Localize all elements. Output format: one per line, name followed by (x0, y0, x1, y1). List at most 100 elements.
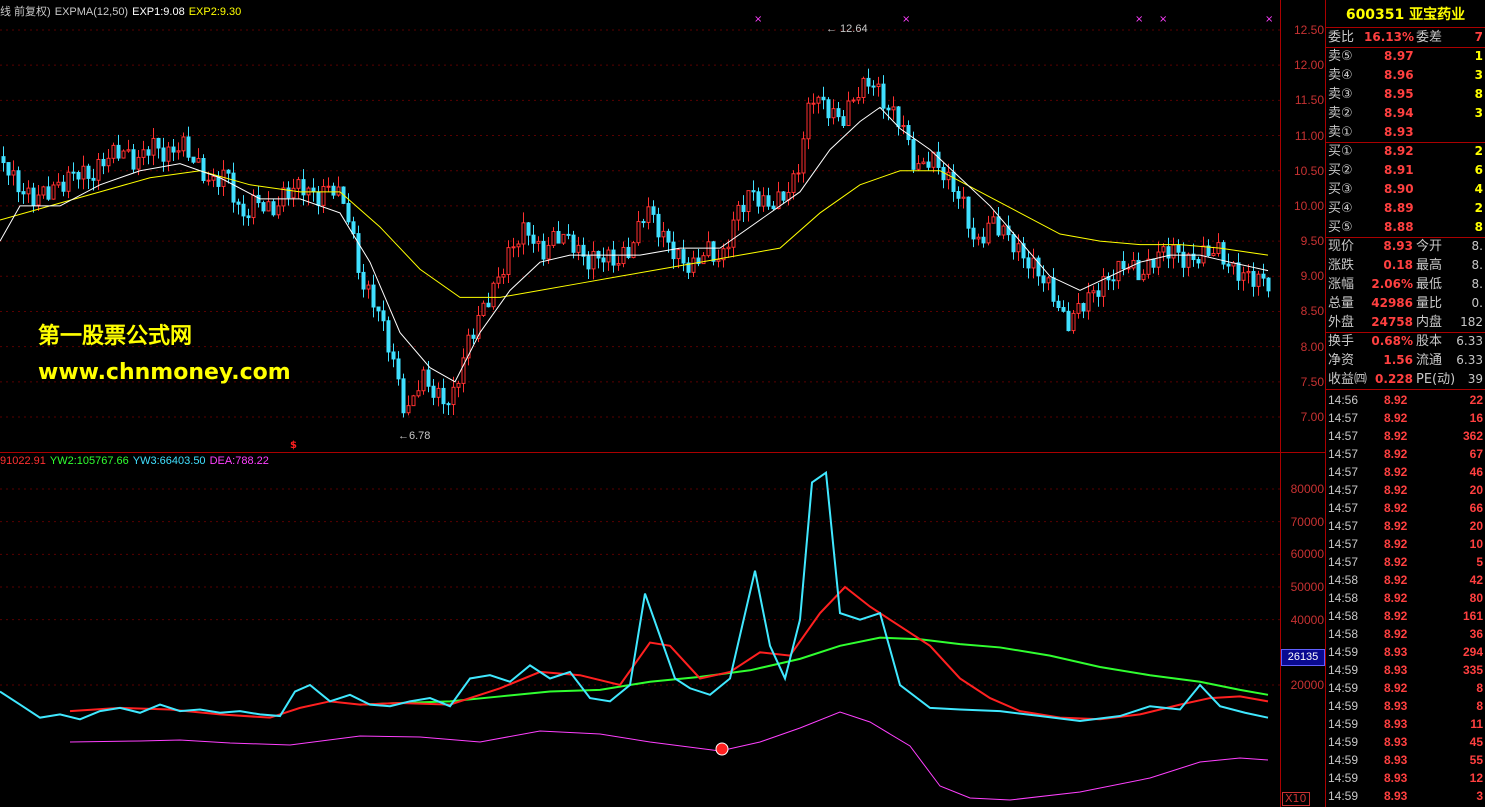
sell-row[interactable]: 卖③ 8.95 8 (1326, 85, 1485, 104)
info-label: 换手 (1328, 334, 1355, 349)
tick-volume: 10 (1469, 537, 1483, 551)
candle-body (16, 170, 21, 193)
candle-body (286, 187, 291, 199)
candle-body (526, 222, 531, 236)
tick-price: 8.93 (1384, 699, 1408, 713)
sell-row[interactable]: 卖② 8.94 3 (1326, 104, 1485, 123)
candle-body (226, 169, 231, 174)
candle-body (11, 170, 16, 176)
buy-row[interactable]: 买③ 8.90 4 (1326, 180, 1485, 199)
candle-body (231, 172, 236, 203)
candle-body (1261, 273, 1266, 279)
candle-body (356, 233, 361, 273)
buy-row[interactable]: 买⑤ 8.88 8 (1326, 218, 1485, 237)
sell-row[interactable]: 卖① 8.93 (1326, 123, 1485, 142)
buy-label: 买② (1328, 163, 1353, 178)
info-value: 0.68% (1371, 334, 1413, 348)
quote-value: 8. (1471, 258, 1483, 272)
candle-body (21, 191, 26, 195)
candle-body (206, 179, 211, 182)
candle-body (361, 271, 366, 290)
info-label: PE(动) (1416, 372, 1456, 387)
candle-body (36, 194, 41, 206)
candle-body (1236, 262, 1241, 281)
candle-body (441, 387, 446, 405)
scale-badge[interactable]: X10 (1282, 792, 1310, 806)
candle-body (911, 139, 916, 170)
candle-body (31, 187, 36, 206)
tick-row: 14:59 8.93 45 (1326, 733, 1485, 751)
quote-label: 总量 (1328, 296, 1355, 311)
candle-body (91, 177, 96, 181)
sell-row[interactable]: 卖④ 8.96 3 (1326, 66, 1485, 85)
candle-body (1196, 259, 1201, 264)
tick-time: 14:59 (1328, 681, 1359, 695)
candle-body (871, 85, 876, 88)
indicator-tick: 50000 (1290, 580, 1324, 594)
tick-volume: 12 (1469, 771, 1483, 785)
candle-body (656, 213, 661, 238)
candle-body (1096, 290, 1101, 297)
candle-body (996, 216, 1001, 236)
candle-body (896, 106, 901, 128)
candle-body (1266, 277, 1271, 292)
buy-row[interactable]: 买④ 8.89 2 (1326, 199, 1485, 218)
buy-row[interactable]: 买② 8.91 6 (1326, 161, 1485, 180)
quote-label: 最低 (1416, 277, 1443, 292)
price-tick: 12.00 (1293, 58, 1324, 73)
candle-body (351, 221, 356, 235)
legend-bottom-item: 91022.91 (0, 455, 46, 467)
marker-icon: × (902, 14, 910, 25)
legend-top-item: EXP2:9.30 (188, 6, 242, 18)
candle-body (956, 191, 961, 199)
candle-body (161, 147, 166, 162)
candle-body (1026, 257, 1031, 269)
tick-volume: 11 (1470, 717, 1483, 731)
tick-volume: 16 (1469, 411, 1483, 425)
buy-row[interactable]: 买① 8.92 2 (1326, 142, 1485, 161)
candle-body (551, 230, 556, 246)
candle-body (536, 240, 541, 244)
candle-body (346, 202, 351, 223)
tick-time: 14:59 (1328, 789, 1359, 803)
candle-body (416, 390, 421, 397)
candle-body (371, 284, 376, 308)
candle-body (746, 190, 751, 213)
candle-body (81, 165, 86, 180)
sell-row[interactable]: 卖⑤ 8.97 1 (1326, 47, 1485, 66)
quote-label: 内盘 (1416, 315, 1443, 330)
candle-body (906, 125, 911, 141)
current-value-badge: 26135 (1281, 649, 1325, 666)
sell-price: 8.94 (1384, 106, 1414, 120)
quote-value: 8. (1471, 277, 1483, 291)
weibi-label: 委比 (1328, 30, 1355, 45)
candle-body (986, 222, 991, 244)
candle-body (756, 191, 761, 207)
tick-time: 14:57 (1328, 411, 1359, 425)
buy-price: 8.89 (1384, 201, 1414, 215)
pane-divider (0, 452, 1325, 453)
indicator-tick: 60000 (1290, 547, 1324, 562)
candle-body (71, 171, 76, 174)
price-chart[interactable]: ← 12.64 ←6.78 × × × × × $ (0, 0, 1280, 807)
tick-time: 14:57 (1328, 501, 1359, 515)
tick-price: 8.93 (1384, 753, 1408, 767)
tick-price: 8.92 (1384, 609, 1408, 623)
tick-volume: 294 (1462, 645, 1483, 659)
candle-body (766, 195, 771, 207)
quote-value: 8. (1471, 239, 1483, 253)
candle-body (901, 125, 906, 128)
candle-body (401, 378, 406, 414)
tick-row: 14:59 8.93 335 (1326, 661, 1485, 679)
marker-icon: × (1159, 14, 1167, 25)
tick-row: 14:57 8.92 10 (1326, 535, 1485, 553)
info-row: 收益㈣ 0.228 PE(动) 39 (1326, 370, 1485, 389)
candle-body (331, 185, 336, 196)
candle-body (1, 156, 6, 164)
marker-icon: × (1135, 14, 1143, 25)
candle-body (61, 181, 66, 192)
candle-body (1081, 303, 1086, 312)
candle-body (781, 191, 786, 201)
stock-title[interactable]: 600351 亚宝药业 (1326, 4, 1485, 24)
candle-body (506, 247, 511, 275)
